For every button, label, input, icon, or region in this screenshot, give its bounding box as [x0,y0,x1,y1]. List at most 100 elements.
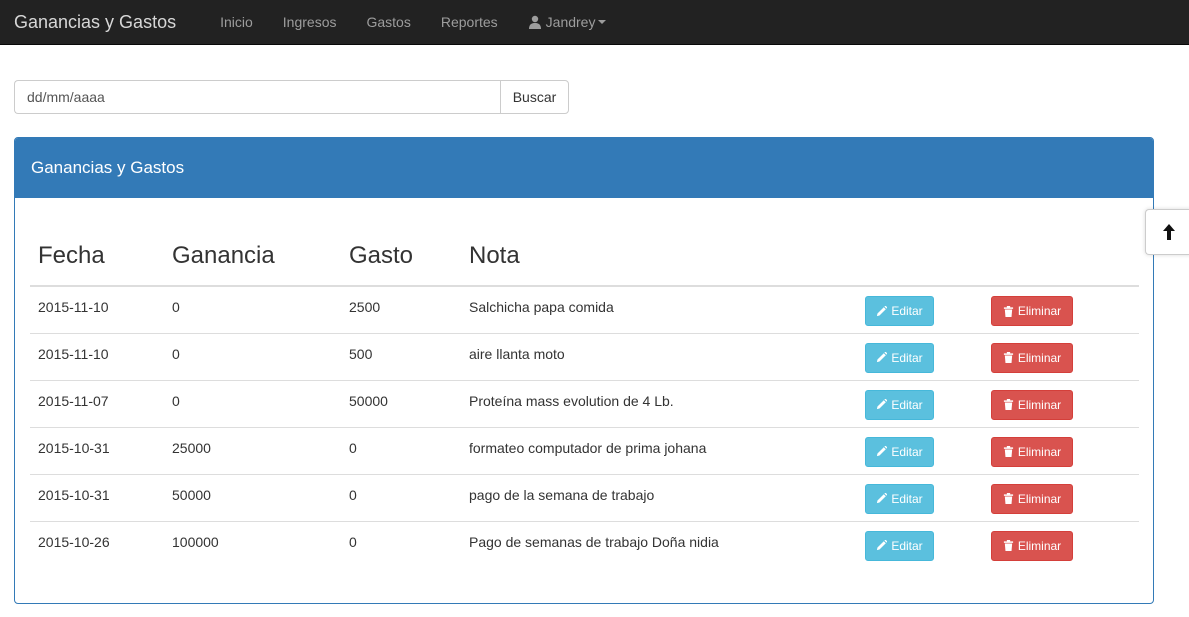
cell-edit: Editar [857,426,983,474]
panel-title: Ganancias y Gastos [15,138,1153,198]
column-header-fecha: Fecha [30,226,164,287]
pencil-icon [877,493,888,504]
delete-button[interactable]: Eliminar [991,436,1073,467]
nav-ingresos[interactable]: Ingresos [268,0,352,45]
cell-edit: Editar [857,379,983,427]
table-header-row: Fecha Ganancia Gasto Nota [30,226,1139,287]
table-row: 2015-10-31 50000 0 pago de la semana de tra… [30,473,1139,521]
cell-gasto: 50000 [341,379,461,427]
cell-fecha: 2015-11-10 [30,332,164,380]
cell-gasto: 0 [341,520,461,568]
cell-ganancia: 0 [164,332,341,380]
cell-fecha: 2015-10-26 [30,520,164,568]
cell-nota: Salchicha papa comida [469,299,614,315]
edit-button[interactable]: Editar [865,389,934,420]
delete-button[interactable]: Eliminar [991,389,1073,420]
cell-fecha: 2015-11-07 [30,379,164,427]
cell-ganancia: 100000 [164,520,341,568]
trash-icon [1003,446,1013,457]
edit-button-label: Editar [891,304,923,318]
cell-ganancia: 0 [172,299,180,315]
table-row: 2015-10-31 25000 0 formateo computador de p… [30,426,1139,474]
pencil-icon [877,540,888,551]
trash-icon [1003,399,1013,410]
cell-delete: Eliminar [983,473,1139,521]
delete-button-label: Eliminar [1017,491,1062,506]
cell-nota: aire llanta moto [461,332,857,380]
cell-edit: Editar [857,286,983,333]
table-row: 2015-11-07 0 50000 Proteína mass evolution … [30,379,1139,427]
cell-nota: formateo computador de prima johana [461,426,857,474]
cell-delete: Eliminar [983,332,1139,380]
delete-button[interactable]: Eliminar [991,296,1073,326]
cell-edit: Editar [857,332,983,380]
delete-button-label: Eliminar [1017,397,1062,412]
date-search-form: Buscar [14,80,569,114]
cell-delete: Eliminar [983,286,1139,333]
edit-button[interactable]: Editar [865,342,934,373]
trash-icon [1003,352,1013,363]
edit-button-label: Editar [891,397,923,412]
cell-gasto: 2500 [349,299,381,315]
cell-nota: pago de la semana de trabajo [461,473,857,521]
navbar: Ganancias y Gastos Inicio Ingresos Gasto… [0,0,1189,45]
caret-down-icon [598,20,607,24]
cell-gasto: 500 [341,332,461,380]
column-header-ganancia: Ganancia [164,226,341,287]
delete-button-label: Eliminar [1017,350,1062,365]
trash-icon [1003,305,1013,317]
scroll-to-top-button[interactable] [1145,209,1189,255]
cell-gasto: 0 [341,473,461,521]
edit-button-label: Editar [891,538,923,553]
cell-delete: Eliminar [983,520,1139,568]
delete-button-label: Eliminar [1017,304,1062,318]
pencil-icon [877,446,888,457]
column-header-nota: Nota [461,226,857,287]
table-row: 2015-11-10 0 2500 Salchicha papa comida Edit… [30,286,1139,333]
delete-button-label: Eliminar [1017,444,1062,459]
date-search-input[interactable] [14,80,500,114]
user-icon [528,15,541,29]
delete-button[interactable]: Eliminar [991,342,1073,373]
cell-nota: Pago de semanas de trabajo Doña nidia [461,520,857,568]
cell-edit: Editar [857,473,983,521]
cell-gasto: 0 [341,426,461,474]
user-menu-dropdown[interactable]: Jandrey [513,0,622,45]
cell-delete: Eliminar [983,379,1139,427]
cell-edit: Editar [857,520,983,568]
edit-button-label: Editar [891,350,923,365]
records-table: Fecha Ganancia Gasto Nota 2015-11-10 0 250… [30,226,1139,568]
cell-ganancia: 25000 [164,426,341,474]
pencil-icon [877,305,888,316]
cell-delete: Eliminar [983,426,1139,474]
trash-icon [1003,493,1013,504]
trash-icon [1003,540,1013,551]
search-button[interactable]: Buscar [500,80,569,114]
table-row: 2015-10-26 100000 0 Pago de semanas de trab… [30,520,1139,568]
edit-button[interactable]: Editar [865,483,934,514]
cell-ganancia: 50000 [164,473,341,521]
column-header-gasto: Gasto [341,226,461,287]
arrow-up-icon [1162,224,1175,240]
nav-gastos[interactable]: Gastos [351,0,425,45]
delete-button[interactable]: Eliminar [991,530,1073,561]
delete-button-label: Eliminar [1017,538,1062,553]
cell-nota: Proteína mass evolution de 4 Lb. [461,379,857,427]
column-header-delete [983,226,1139,287]
edit-button-label: Editar [891,444,923,459]
cell-fecha: 2015-10-31 [30,426,164,474]
records-panel: Ganancias y Gastos Fecha Ganancia Gasto … [14,137,1154,604]
cell-fecha: 2015-11-10 [38,299,109,315]
pencil-icon [877,399,888,410]
table-row: 2015-11-10 0 500 aire llanta moto Editar Elim… [30,332,1139,380]
cell-fecha: 2015-10-31 [30,473,164,521]
edit-button[interactable]: Editar [865,530,934,561]
edit-button[interactable]: Editar [865,436,934,467]
edit-button[interactable]: Editar [865,296,934,326]
brand-link[interactable]: Ganancias y Gastos [0,0,191,45]
user-name: Jandrey [545,13,596,30]
nav-inicio[interactable]: Inicio [205,0,268,45]
delete-button[interactable]: Eliminar [991,483,1073,514]
edit-button-label: Editar [891,491,923,506]
nav-reportes[interactable]: Reportes [426,0,513,45]
